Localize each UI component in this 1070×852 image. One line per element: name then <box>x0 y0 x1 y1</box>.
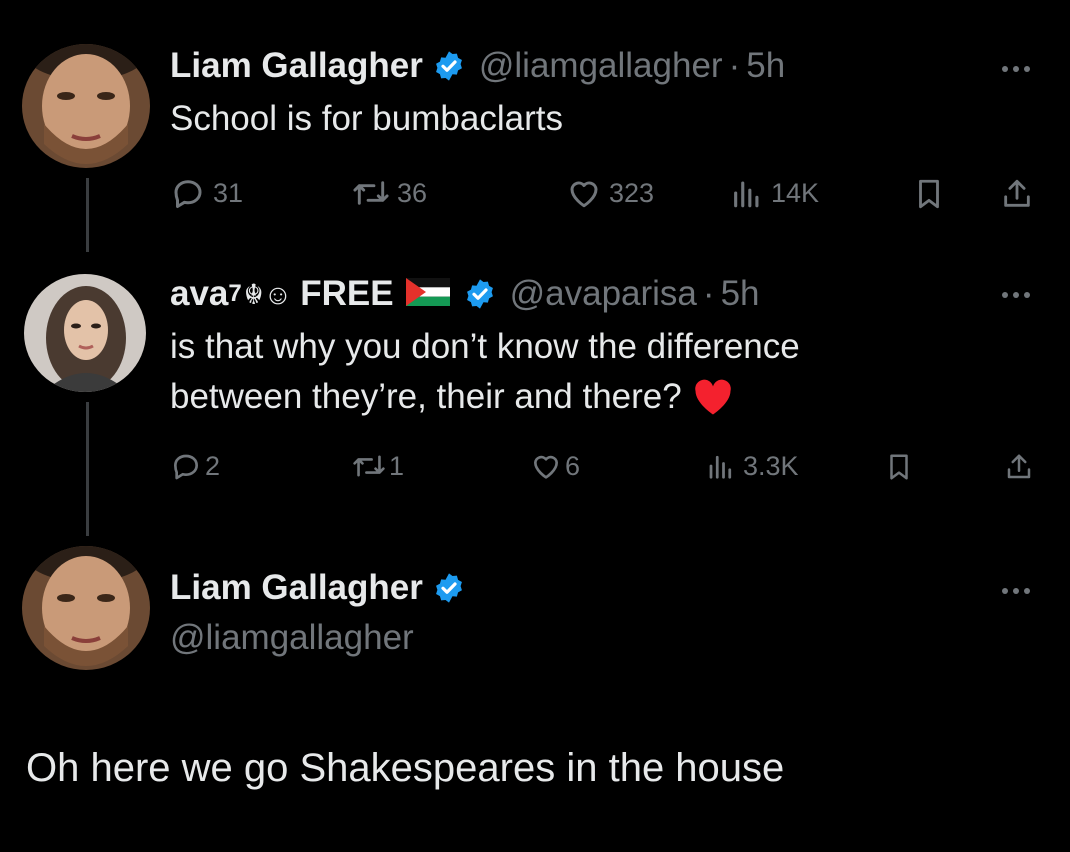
handle[interactable]: @liamgallagher <box>170 618 414 658</box>
share-button[interactable] <box>1004 451 1034 483</box>
handle[interactable]: @avaparisa <box>510 274 697 314</box>
reply-button[interactable]: 31 <box>170 175 243 211</box>
bookmark-button[interactable] <box>884 451 914 483</box>
views-icon <box>709 455 732 479</box>
verified-icon <box>433 50 465 82</box>
display-name[interactable]: Liam Gallagher <box>170 46 423 86</box>
handle[interactable]: @liamgallagher <box>479 46 723 86</box>
verified-icon <box>464 278 496 310</box>
like-count: 6 <box>565 450 581 481</box>
reply-icon <box>174 454 198 480</box>
bookmark-button[interactable] <box>912 176 946 212</box>
palestine-flag-icon <box>405 277 450 311</box>
more-icon[interactable] <box>1002 292 1030 298</box>
avatar-photo-icon <box>22 546 150 670</box>
share-icon <box>1007 454 1031 479</box>
views-button[interactable]: 3.3K <box>706 450 799 482</box>
timestamp[interactable]: 5h <box>721 274 760 314</box>
heart-emoji-icon <box>694 379 731 415</box>
avatar-photo-icon <box>22 44 150 168</box>
avatar[interactable] <box>24 274 146 392</box>
reply-count: 31 <box>213 177 244 208</box>
like-icon <box>534 455 558 479</box>
more-icon[interactable] <box>1002 588 1030 594</box>
display-name-suffix[interactable]: FREE <box>300 274 393 314</box>
views-icon <box>734 181 759 208</box>
repost-count: 36 <box>397 177 428 208</box>
superscript-seven: 7 <box>228 280 242 307</box>
repost-count: 1 <box>389 450 405 481</box>
views-button[interactable]: 14K <box>730 175 819 211</box>
share-icon <box>1004 179 1030 207</box>
display-name[interactable]: Liam Gallagher <box>170 568 423 608</box>
bookmark-icon <box>919 179 939 209</box>
thread-line <box>86 178 89 252</box>
avatar[interactable] <box>22 44 150 168</box>
repost-icon <box>353 455 385 477</box>
repost-button[interactable]: 1 <box>352 450 404 482</box>
avatar[interactable] <box>22 546 150 670</box>
avatar-photo-icon <box>24 274 146 392</box>
reply-count: 2 <box>205 450 221 481</box>
separator-dot: · <box>728 46 741 85</box>
reply-icon <box>174 180 202 208</box>
like-button[interactable]: 6 <box>530 450 580 482</box>
tweet-text-line-2: between they’re, their and there? <box>170 372 990 422</box>
bookmark-icon <box>890 454 908 480</box>
repost-icon <box>353 181 389 205</box>
share-button[interactable] <box>1000 176 1034 212</box>
tweet-text: School is for bumbaclarts <box>170 99 563 138</box>
views-count: 14K <box>771 177 820 208</box>
tweet-text: Oh here we go Shakespeares in the house <box>26 746 785 790</box>
reply-button[interactable]: 2 <box>170 450 220 482</box>
more-icon[interactable] <box>1002 66 1030 72</box>
emoji-glyphs: ☬☺ <box>243 278 293 310</box>
like-button[interactable]: 323 <box>566 175 654 211</box>
views-count: 3.3K <box>743 450 799 481</box>
repost-button[interactable]: 36 <box>352 175 427 211</box>
tweet-text: is that why you don’t know the differenc… <box>170 322 990 422</box>
display-name-prefix[interactable]: ava <box>170 274 228 314</box>
tweet-text-line-2-text: between they’re, their and there? <box>170 377 682 416</box>
thread-line <box>86 402 89 536</box>
verified-icon <box>433 572 465 604</box>
like-count: 323 <box>609 177 655 208</box>
timestamp[interactable]: 5h <box>746 46 785 86</box>
separator-dot: · <box>702 274 715 313</box>
like-icon <box>570 181 598 208</box>
tweet-text-line-1: is that why you don’t know the differenc… <box>170 327 800 366</box>
